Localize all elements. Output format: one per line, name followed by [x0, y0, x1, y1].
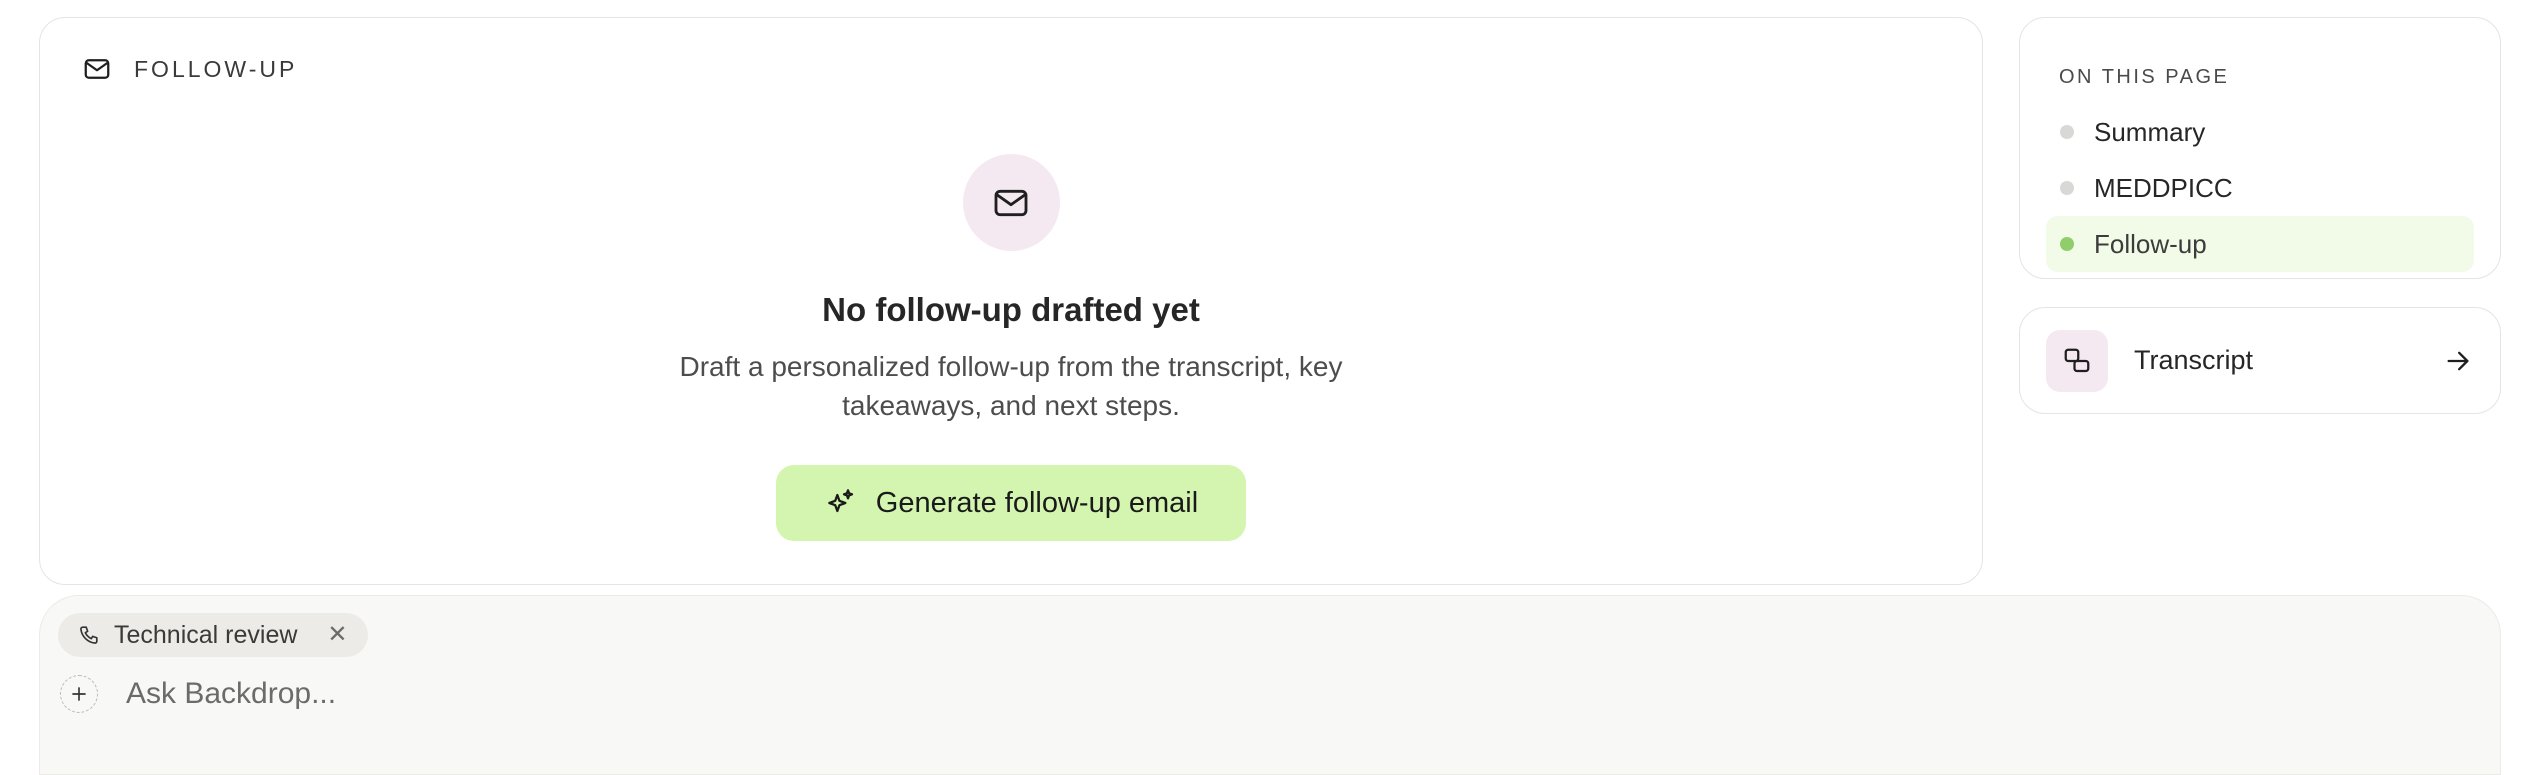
ask-bar: Technical review ✕ — [39, 595, 2501, 775]
empty-state-title: No follow-up drafted yet — [822, 291, 1200, 328]
toc-item-label: Summary — [2094, 116, 2206, 147]
toc-item-label: Follow-up — [2094, 228, 2207, 259]
chat-bubbles-icon — [2064, 348, 2090, 372]
followup-section-title: FOLLOW-UP — [134, 55, 298, 82]
generate-followup-label: Generate follow-up email — [875, 486, 1199, 519]
mail-icon — [84, 59, 110, 79]
plus-icon — [72, 687, 86, 701]
followup-card: FOLLOW-UP No follow-up drafted yet Draft… — [39, 17, 1983, 585]
context-chip-label: Technical review — [114, 620, 298, 649]
toc-bullet-active — [2060, 237, 2074, 251]
toc-item-meddpicc[interactable]: MEDDPICC — [2046, 160, 2474, 216]
followup-card-header: FOLLOW-UP — [82, 54, 297, 84]
on-this-page-title: ON THIS PAGE — [2059, 66, 2230, 88]
transcript-label: Transcript — [2134, 345, 2254, 375]
empty-state-icon-circle — [962, 154, 1060, 251]
ask-input[interactable] — [126, 672, 2426, 716]
empty-state: No follow-up drafted yet Draft a persona… — [40, 154, 1982, 541]
toc-bullet — [2060, 125, 2074, 139]
mail-icon — [994, 189, 1028, 216]
generate-followup-button[interactable]: Generate follow-up email — [776, 465, 1246, 541]
toc-item-summary[interactable]: Summary — [2046, 104, 2474, 160]
on-this-page-list: Summary MEDDPICC Follow-up — [2046, 104, 2474, 272]
transcript-link-card[interactable]: Transcript — [2019, 307, 2501, 414]
sparkle-icon — [827, 489, 853, 513]
phone-icon — [78, 624, 100, 646]
toc-item-follow-up[interactable]: Follow-up — [2046, 216, 2474, 272]
arrow-right-icon — [2444, 347, 2472, 375]
empty-state-description: Draft a personalized follow-up from the … — [679, 351, 1343, 421]
toc-item-label: MEDDPICC — [2094, 172, 2233, 203]
toc-bullet — [2060, 181, 2074, 195]
close-icon[interactable]: ✕ — [327, 623, 347, 647]
context-chip[interactable]: Technical review ✕ — [58, 613, 368, 657]
on-this-page-card: ON THIS PAGE Summary MEDDPICC Follow-up — [2019, 17, 2501, 279]
add-attachment-button[interactable] — [60, 675, 98, 713]
transcript-icon-box — [2046, 329, 2108, 392]
